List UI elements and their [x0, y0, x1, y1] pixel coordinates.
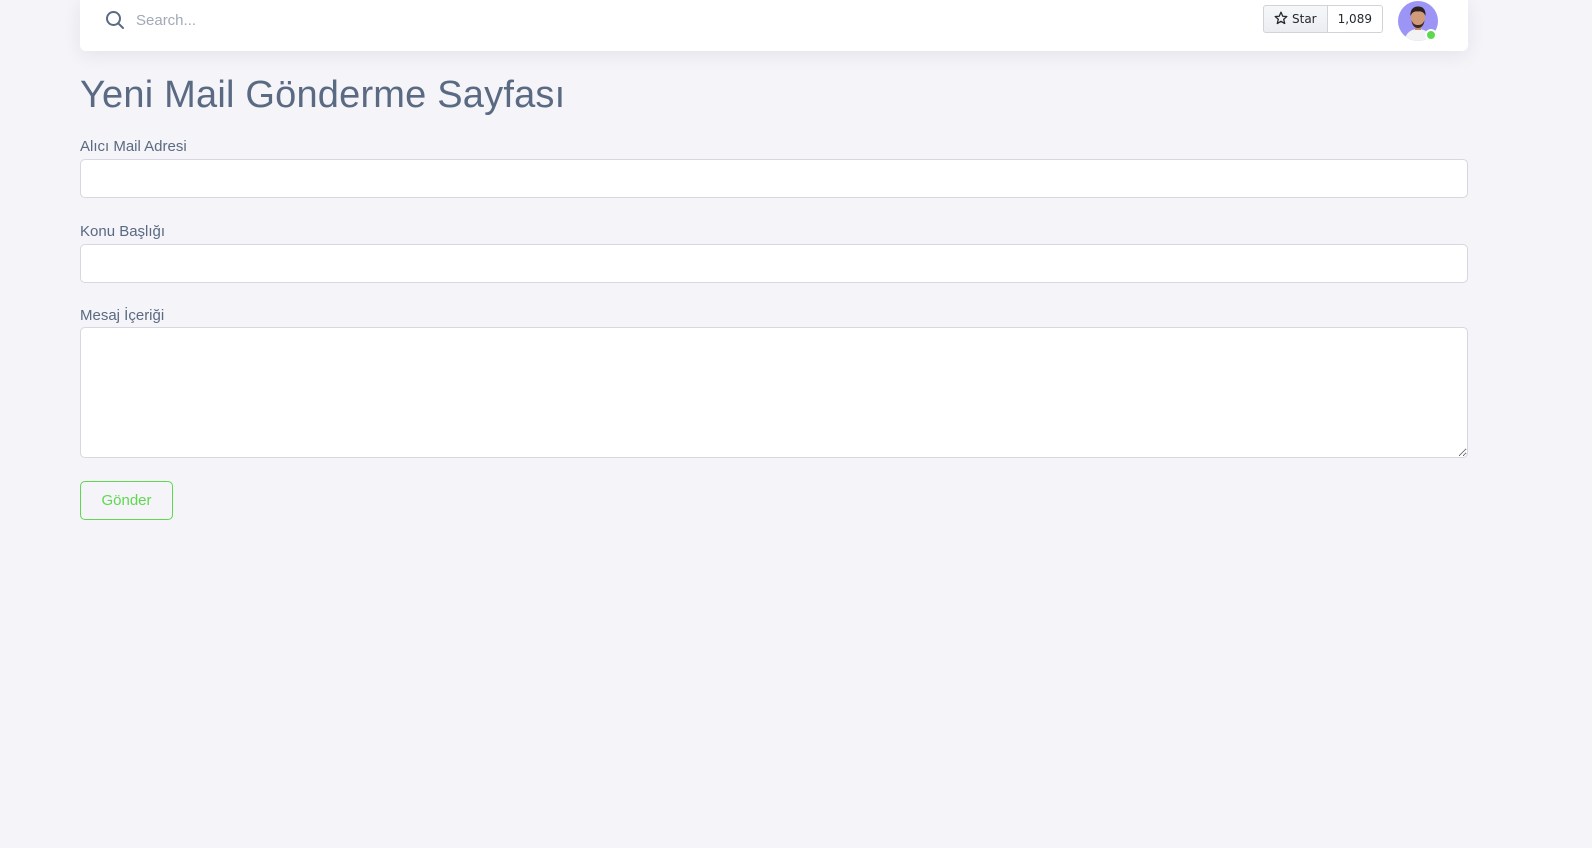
subject-label: Konu Başlığı: [80, 223, 166, 240]
message-label: Mesaj İçeriği: [80, 307, 165, 324]
recipient-email-field[interactable]: [80, 159, 1468, 198]
subject-field[interactable]: [80, 244, 1468, 283]
online-status-indicator: [1425, 29, 1437, 41]
github-star-widget: Star 1,089: [1263, 5, 1383, 33]
search-input[interactable]: [136, 6, 416, 34]
search-icon[interactable]: [104, 9, 126, 31]
send-button[interactable]: Gönder: [80, 481, 173, 520]
github-star-button[interactable]: Star: [1263, 5, 1328, 33]
star-icon: [1274, 11, 1288, 28]
recipient-label: Alıcı Mail Adresi: [80, 138, 187, 155]
top-navbar: Star 1,089: [80, 0, 1468, 51]
github-star-count[interactable]: 1,089: [1327, 5, 1383, 33]
message-textarea[interactable]: [80, 327, 1468, 458]
github-star-label: Star: [1292, 12, 1317, 26]
page-title: Yeni Mail Gönderme Sayfası: [80, 74, 566, 116]
